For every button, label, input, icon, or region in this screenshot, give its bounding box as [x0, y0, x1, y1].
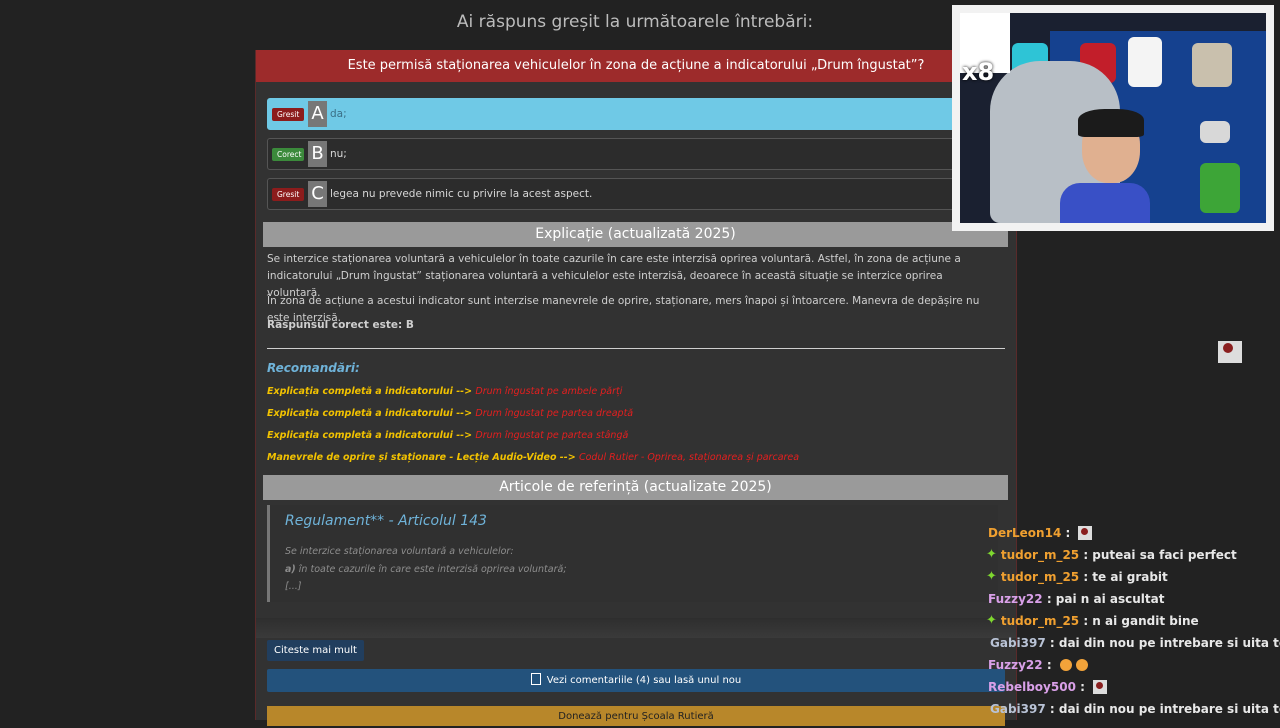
recommendation-link[interactable]: Codul Rutier - Oprirea, staționarea și p… [579, 452, 799, 463]
chat-text: dai din nou pe intrebare si uita te la c [1058, 702, 1280, 716]
chat-username[interactable]: tudor_m_25 [1001, 544, 1079, 566]
recommendation-item: Explicația completă a indicatorului --> … [267, 430, 628, 441]
correct-badge: Corect [272, 147, 304, 161]
chat-message: ✦ tudor_m_25 : te ai grabit [984, 566, 1280, 588]
chat-text: te ai grabit [1092, 570, 1168, 584]
answer-text: da; [330, 108, 347, 120]
chat-username[interactable]: Gabi397 [990, 698, 1046, 720]
collapsed-content-fade [256, 618, 1016, 638]
correct-answer-text: Răspunsul corect este: B [267, 319, 414, 331]
star-badge-icon: ✦ [986, 613, 997, 628]
quiz-panel: Este permisă staționarea vehiculelor în … [255, 50, 1017, 726]
recommendation-item: Explicația completă a indicatorului --> … [267, 386, 622, 397]
chat-separator: : [1042, 658, 1056, 672]
article-line: a) în toate cazurile în care este interz… [285, 564, 567, 575]
article-text: în toate cazurile în care este interzisă… [295, 564, 567, 575]
read-more-button[interactable]: Citeste mai mult [267, 640, 364, 661]
person-hair [1078, 109, 1144, 137]
answer-text: legea nu prevede nimic cu privire la ace… [330, 188, 593, 200]
recommendation-prefix: Explicația completă a indicatorului --> [267, 408, 473, 419]
chat-message: Gabi397 : dai din nou pe intrebare si ui… [984, 698, 1280, 720]
chat-separator: : [1061, 526, 1075, 540]
webcam-overlay: x8 [952, 5, 1274, 231]
emoji-icon [1075, 659, 1088, 671]
recommendation-item: Explicația completă a indicatorului --> … [267, 408, 633, 419]
articles-title: Articole de referință (actualizate 2025) [263, 475, 1008, 500]
chat-separator: : [1079, 614, 1093, 628]
answer-text: nu; [330, 148, 347, 160]
explanation-title: Explicație (actualizată 2025) [263, 222, 1008, 247]
chat-username[interactable]: Gabi397 [990, 632, 1046, 654]
chat-text: puteai sa faci perfect [1092, 548, 1237, 562]
toy [1192, 43, 1232, 87]
chat-message: ✦ tudor_m_25 : puteai sa faci perfect [984, 544, 1280, 566]
answer-letter: C [308, 181, 327, 207]
chat-username[interactable]: Rebelboy500 [988, 676, 1076, 698]
page-heading: Ai răspuns greșit la următoarele întrebă… [456, 12, 814, 32]
chat-message: Gabi397 : dai din nou pe intrebare si ui… [984, 632, 1280, 654]
viewer-avatar [1218, 341, 1242, 363]
toy [1128, 37, 1162, 87]
divider [267, 348, 1005, 349]
recommendation-prefix: Explicația completă a indicatorului --> [267, 386, 473, 397]
chat-message: Fuzzy22 : [984, 654, 1280, 676]
chat-username[interactable]: Fuzzy22 [988, 654, 1043, 676]
chat-message: ✦ tudor_m_25 : n ai gandit bine [984, 610, 1280, 632]
recommendation-prefix: Explicația completă a indicatorului --> [267, 430, 473, 441]
article-point: a) [285, 564, 296, 575]
star-badge-icon: ✦ [986, 569, 997, 584]
comments-button[interactable]: Vezi comentariile (4) sau lasă unul nou [267, 669, 1005, 692]
emote-icon [1078, 526, 1093, 540]
recommendation-prefix: Manevrele de oprire și staționare - Lecț… [267, 452, 576, 463]
article-quote: Regulament** - Articolul 143 Se interzic… [267, 505, 998, 602]
chat-username[interactable]: tudor_m_25 [1001, 566, 1079, 588]
person-body [1060, 183, 1150, 223]
chat-separator: : [1042, 592, 1056, 606]
chat-text: n ai gandit bine [1092, 614, 1199, 628]
chat-username[interactable]: DerLeon14 [988, 522, 1061, 544]
toy [1200, 121, 1230, 143]
webcam-video: x8 [960, 13, 1266, 223]
chat-separator: : [1079, 570, 1093, 584]
recommendation-item: Manevrele de oprire și staționare - Lecț… [267, 452, 799, 463]
chat-separator: : [1079, 548, 1093, 562]
emote-icon [1093, 680, 1108, 694]
emoji-icon [1059, 659, 1072, 671]
recommendation-link[interactable]: Drum îngustat pe ambele părți [475, 386, 622, 397]
document-icon [530, 673, 541, 685]
star-badge-icon: ✦ [986, 547, 997, 562]
wrong-badge: Gresit [272, 187, 304, 201]
answer-c[interactable]: Gresit C legea nu prevede nimic cu privi… [267, 178, 967, 210]
answer-letter: A [308, 101, 327, 127]
chat-separator: : [1045, 702, 1059, 716]
recommendation-link[interactable]: Drum îngustat pe partea stângă [475, 430, 628, 441]
chat-separator: : [1045, 636, 1059, 650]
answer-a[interactable]: Gresit A da; [267, 98, 967, 130]
chat-username[interactable]: Fuzzy22 [988, 588, 1043, 610]
article-title[interactable]: Regulament** - Articolul 143 [285, 513, 487, 529]
question-text: Este permisă staționarea vehiculelor în … [256, 50, 1016, 82]
toy [1200, 163, 1240, 213]
chat-message: Rebelboy500 : [984, 676, 1280, 698]
chat-message: DerLeon14 : [984, 522, 1280, 544]
recommendations-title: Recomandări: [267, 361, 360, 375]
recommendation-link[interactable]: Drum îngustat pe partea dreaptă [475, 408, 633, 419]
chat-message: Fuzzy22 : pai n ai ascultat [984, 588, 1280, 610]
comments-label: Vezi comentariile (4) sau lasă unul nou [546, 675, 742, 686]
multiplier-text: x8 [962, 58, 995, 86]
chat-separator: : [1075, 680, 1090, 694]
article-ellipsis: [...] [285, 581, 302, 592]
chat-overlay: DerLeon14 : ✦ tudor_m_25 : puteai sa faci… [984, 522, 1280, 720]
wrong-badge: Gresit [272, 107, 304, 121]
donate-button[interactable]: Donează pentru Școala Rutieră [267, 706, 1005, 726]
answer-letter: B [308, 141, 327, 167]
article-line: Se interzice staționarea voluntară a veh… [285, 546, 514, 557]
chat-text: dai din nou pe intrebare si uita te la c [1058, 636, 1280, 650]
chat-text: pai n ai ascultat [1055, 592, 1165, 606]
answer-b[interactable]: Corect B nu; [267, 138, 967, 170]
chat-username[interactable]: tudor_m_25 [1001, 610, 1079, 632]
